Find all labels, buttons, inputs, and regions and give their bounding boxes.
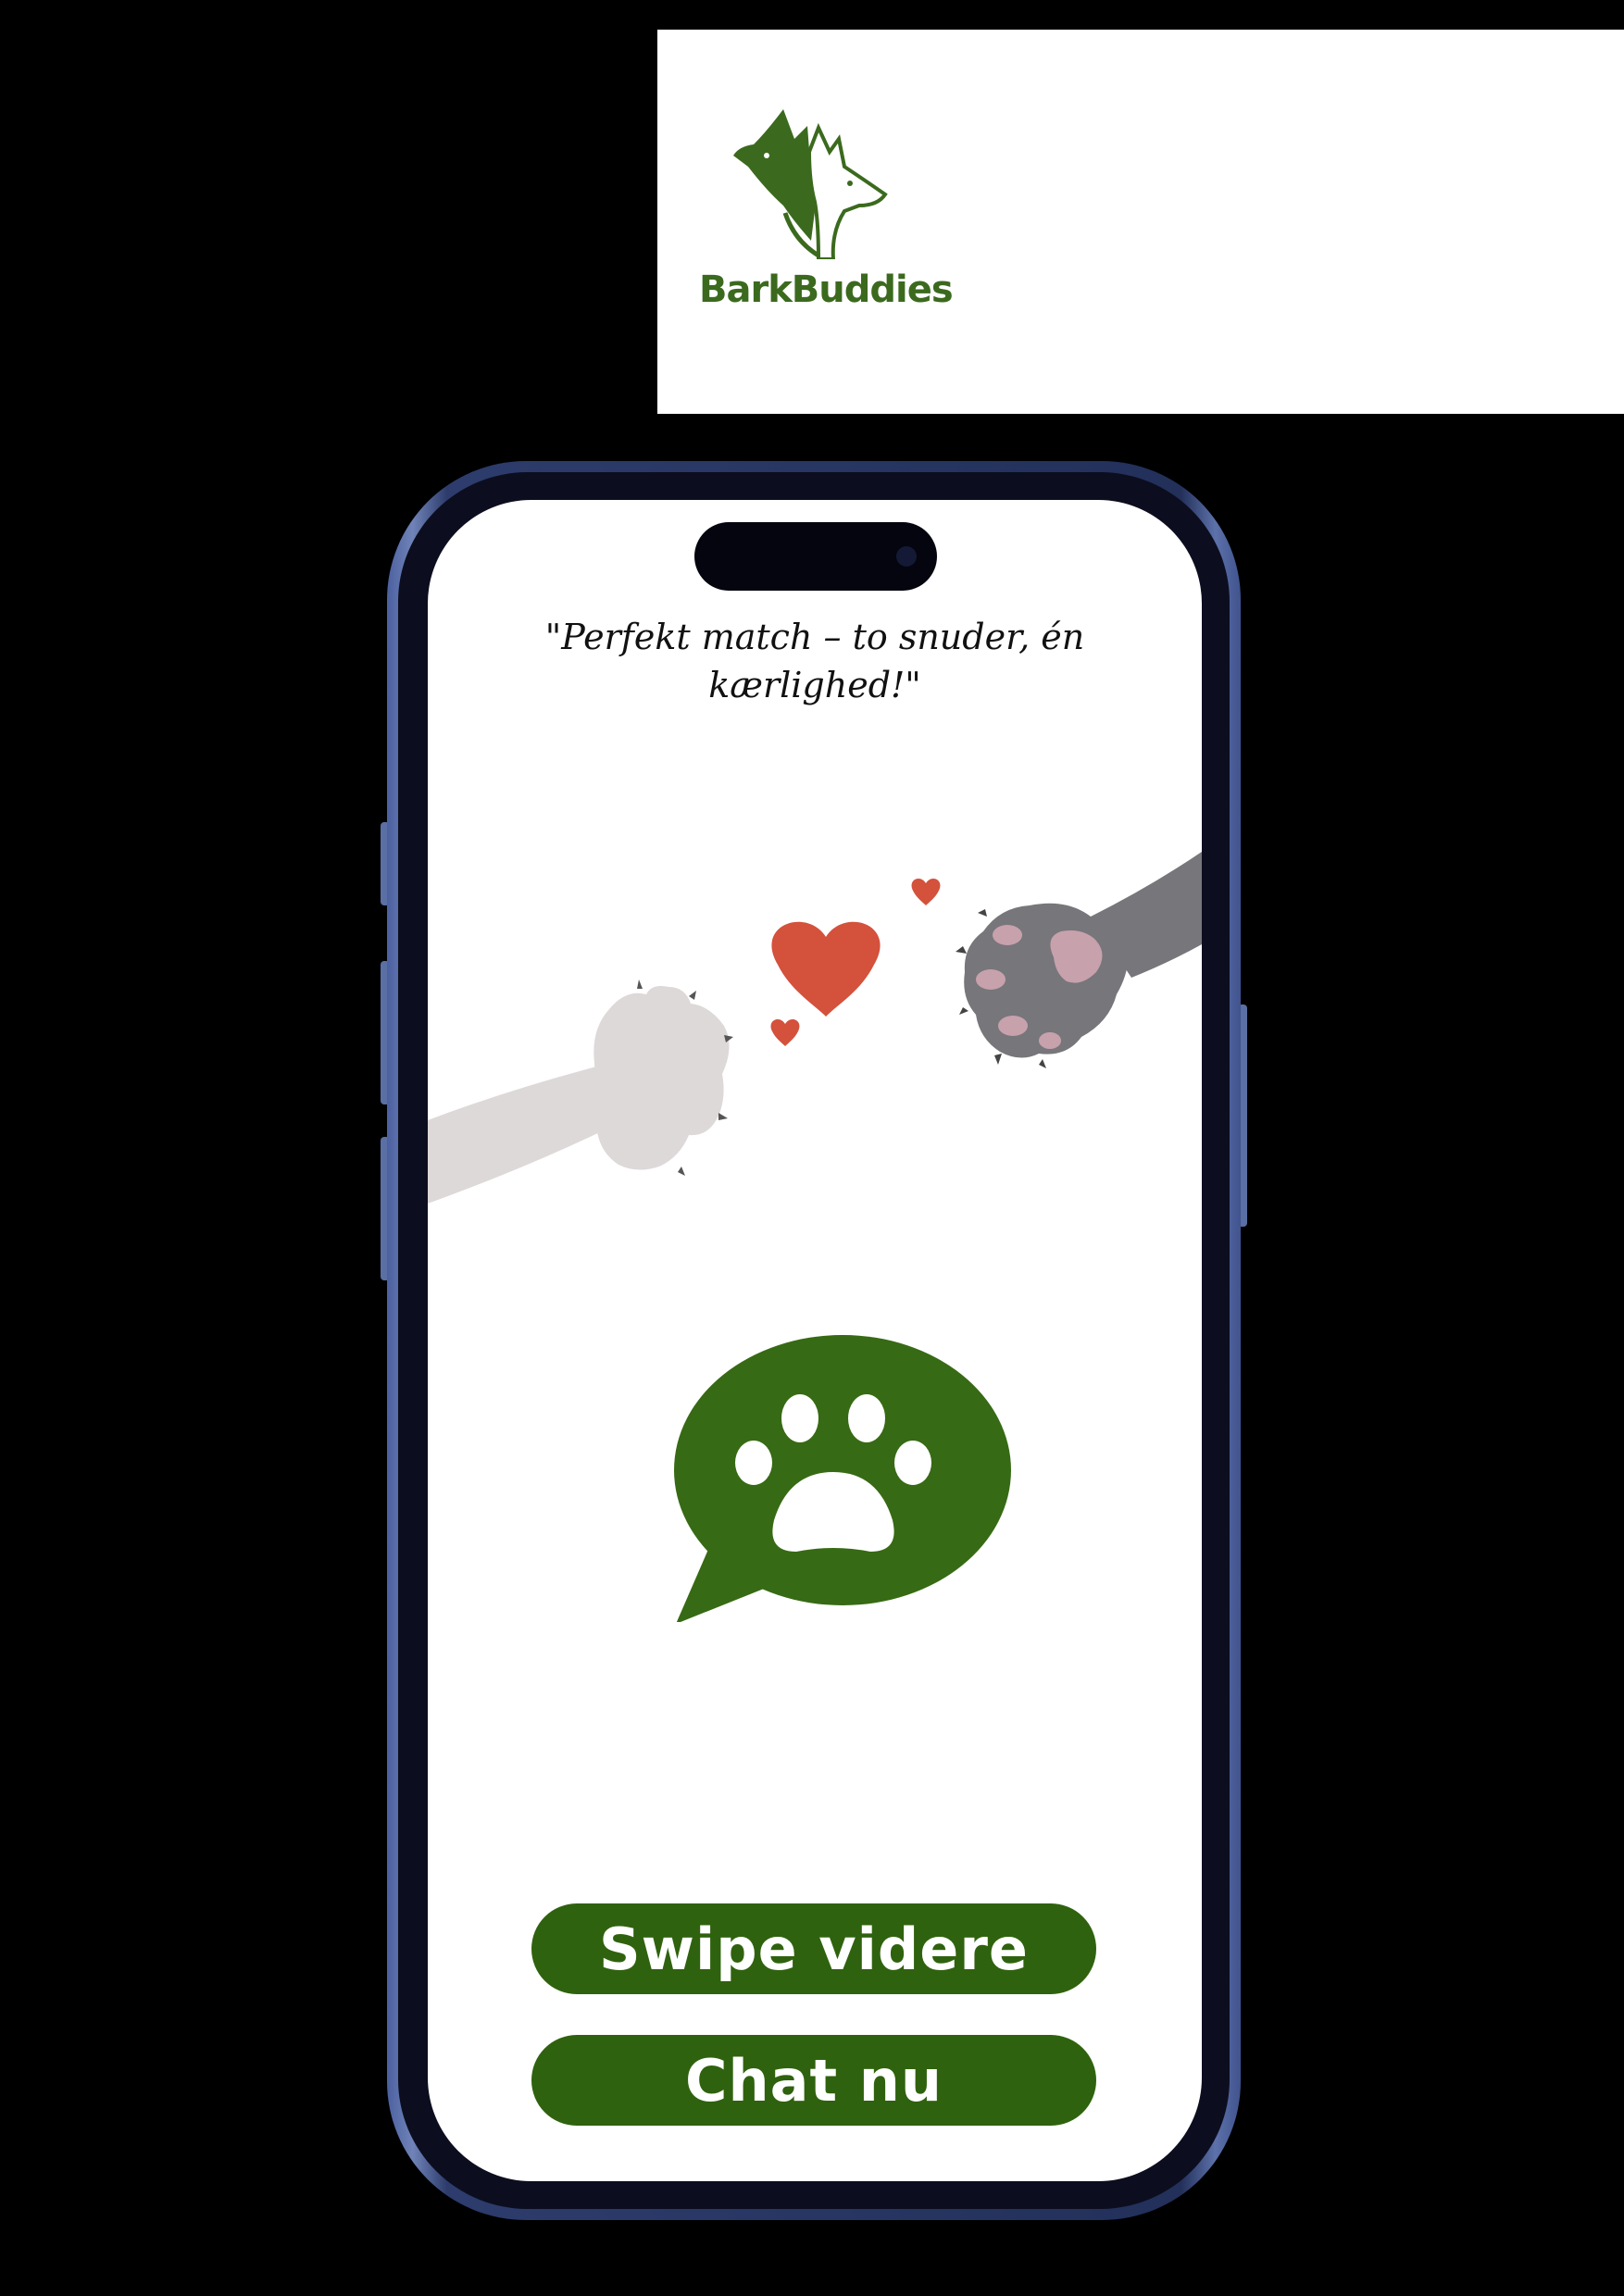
chat-now-button[interactable]: Chat nu — [531, 2035, 1096, 2126]
paw-chat-bubble-icon — [674, 1335, 1011, 1622]
two-dogs-logo-icon — [733, 109, 888, 259]
logo-card: BarkBuddies — [657, 30, 1624, 414]
brand-name: BarkBuddies — [699, 268, 954, 311]
camera-icon — [896, 546, 917, 567]
swipe-button[interactable]: Swipe videre — [531, 1903, 1096, 1994]
phone-screen: "Perfekt match – to snuder, én kærlighed… — [428, 500, 1202, 2181]
paws-with-hearts-illustration — [428, 852, 1202, 1204]
match-quote: "Perfekt match – to snuder, én kærlighed… — [544, 617, 1085, 705]
dynamic-island — [694, 522, 937, 591]
